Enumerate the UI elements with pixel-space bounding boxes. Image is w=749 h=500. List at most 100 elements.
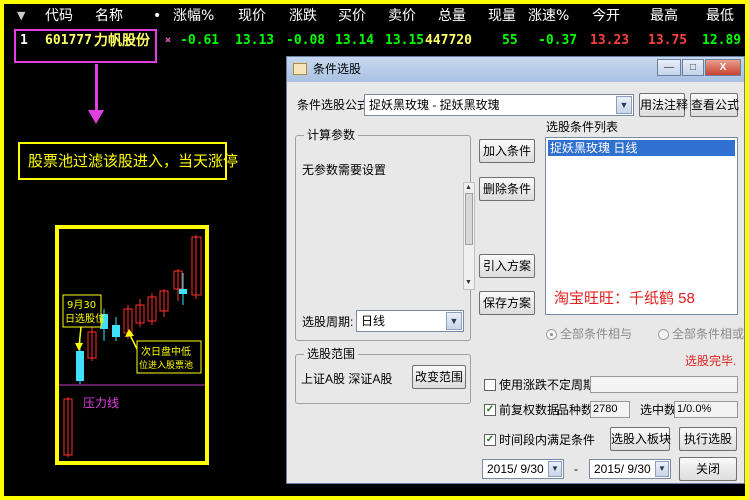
entry-label-line2: 位进入股票池 [139,359,193,371]
uncertain-period-label: 使用涨跌不定周期 [499,378,596,392]
date-separator: - [574,462,578,476]
date-label-line2: 日选股位 [65,312,105,325]
pre-adjust-checkbox[interactable]: ✓ [484,404,496,416]
range-group-label: 选股范围 [304,346,359,362]
mini-chart: 9月30 日选股位 次日盘中低 位进入股票池 压力线 [55,225,209,465]
conditions-list-label: 选股条件列表 [546,120,619,134]
candle [173,269,183,301]
chevron-down-icon[interactable]: ▼ [446,312,462,330]
save-plan-button[interactable]: 保存方案 [479,291,535,315]
delete-condition-button[interactable]: 删除条件 [479,177,535,201]
candle-chart-svg: 9月30 日选股位 次日盘中低 位进入股票池 压力线 [59,235,205,457]
header-name[interactable]: 名称 [95,4,123,28]
period-select[interactable]: 日线 ▼ [356,310,464,332]
minimize-button[interactable]: — [657,59,681,76]
uncertain-period-field[interactable] [590,376,738,393]
uncertain-period-checkbox[interactable] [484,379,496,391]
date-to-value: 2015/ 9/30 [594,462,651,476]
header-open[interactable]: 今开 [592,4,620,28]
select-to-block-button[interactable]: 选股入板块 [610,427,671,451]
watermark-text: 淘宝旺旺：千纸鹤 58 [554,290,695,307]
entry-label-line1: 次日盘中低 [141,345,191,358]
row-high: 13.75 [648,33,688,48]
pre-adjust-label: 前复权数据 [499,403,560,417]
candle [112,317,120,341]
header-ask[interactable]: 卖价 [388,4,416,28]
maximize-button[interactable]: □ [682,59,704,76]
candle [191,235,202,299]
candle [159,289,169,317]
formula-select[interactable]: 捉妖黑玫瑰 - 捉妖黑玫瑰 ▼ [364,94,634,116]
arrow-down-icon [88,110,104,124]
close-window-button[interactable]: X [705,59,741,76]
date-to-picker[interactable]: 2015/ 9/30 ▼ [589,459,671,479]
candle [63,397,73,457]
row-ask: 13.15 [385,33,425,48]
scroll-thumb[interactable] [465,193,473,245]
scroll-down-icon[interactable]: ▼ [465,279,472,287]
header-last-volume[interactable]: 现量 [488,4,516,28]
header-volume[interactable]: 总量 [438,4,466,28]
chevron-down-icon[interactable]: ▼ [548,461,562,477]
scroll-up-icon[interactable]: ▲ [465,184,472,192]
change-range-button[interactable]: 改变范围 [412,365,466,389]
import-plan-button[interactable]: 引入方案 [479,254,535,278]
usage-notes-button[interactable]: 用法注释 [639,93,688,117]
header-low[interactable]: 最低 [706,4,734,28]
candle [135,299,145,327]
radio-all-and[interactable] [546,329,557,340]
header-change[interactable]: 涨跌 [289,4,317,28]
date-from-value: 2015/ 9/30 [487,462,544,476]
status-text: 选股完毕. [685,354,737,368]
stock-count-field: 2780 [590,401,630,418]
formula-value: 捉妖黑玫瑰 - 捉妖黑玫瑰 [369,98,500,112]
row-volume: 447720 [425,33,472,48]
header-dot: • [153,8,162,24]
header-high[interactable]: 最高 [650,4,678,28]
date-label-line1: 9月30 [67,299,96,311]
params-scrollbar[interactable]: ▲ ▼ [463,182,475,290]
run-select-button[interactable]: 执行选股 [679,427,737,451]
chevron-down-icon[interactable]: ▼ [616,96,632,114]
row-bid: 13.14 [335,33,375,48]
arrow-down-icon [75,343,83,351]
radio-all-and-label: 全部条件相与 [560,327,633,341]
toggle-icon[interactable]: ▼ [17,4,25,28]
radio-all-or[interactable] [658,329,669,340]
add-condition-button[interactable]: 加入条件 [479,139,535,163]
dialog-titlebar[interactable]: 条件选股 — □ X [287,57,744,82]
header-speed[interactable]: 涨速% [528,4,569,28]
params-text: 无参数需要设置 [302,163,387,177]
list-item[interactable]: 捉妖黑玫瑰 日线 [548,140,735,156]
date-from-picker[interactable]: 2015/ 9/30 ▼ [482,459,564,479]
candle [147,293,157,325]
chevron-down-icon[interactable]: ▼ [655,461,669,477]
stock-count-label: 品种数 [557,403,594,417]
row-open: 13.23 [590,33,630,48]
params-group-label: 计算参数 [304,127,359,143]
candle [179,273,187,305]
selected-count-label: 选中数 [640,403,677,417]
params-group: 计算参数 无参数需要设置 ▲ ▼ 选股周期: 日线 ▼ [295,127,475,341]
dialog-title: 条件选股 [313,62,362,76]
period-satisfy-label: 时间段内满足条件 [499,433,596,447]
period-satisfy-checkbox[interactable]: ✓ [484,434,496,446]
highlight-box [14,29,157,63]
period-value: 日线 [361,314,386,328]
app-icon [293,63,307,75]
close-button[interactable]: 关闭 [679,457,737,481]
arrow-line [95,64,98,112]
header-price[interactable]: 现价 [238,4,266,28]
header-code[interactable]: 代码 [45,4,73,28]
header-change-pct[interactable]: 涨幅% [173,4,214,28]
range-group: 选股范围 上证A股 深证A股 改变范围 [295,346,471,404]
arrow-line [129,334,138,350]
conditions-list[interactable]: 捉妖黑玫瑰 日线 淘宝旺旺：千纸鹤 58 [545,137,738,315]
row-price: 13.13 [235,33,275,48]
condition-select-dialog: 条件选股 — □ X 条件选股公式 捉妖黑玫瑰 - 捉妖黑玫瑰 ▼ 用法注释 查… [286,56,745,484]
header-bid[interactable]: 买价 [338,4,366,28]
formula-label: 条件选股公式 [297,98,370,112]
selected-count-field: 1/0.0% [674,401,738,418]
row-speed: -0.37 [538,33,578,48]
view-formula-button[interactable]: 查看公式 [690,93,739,117]
